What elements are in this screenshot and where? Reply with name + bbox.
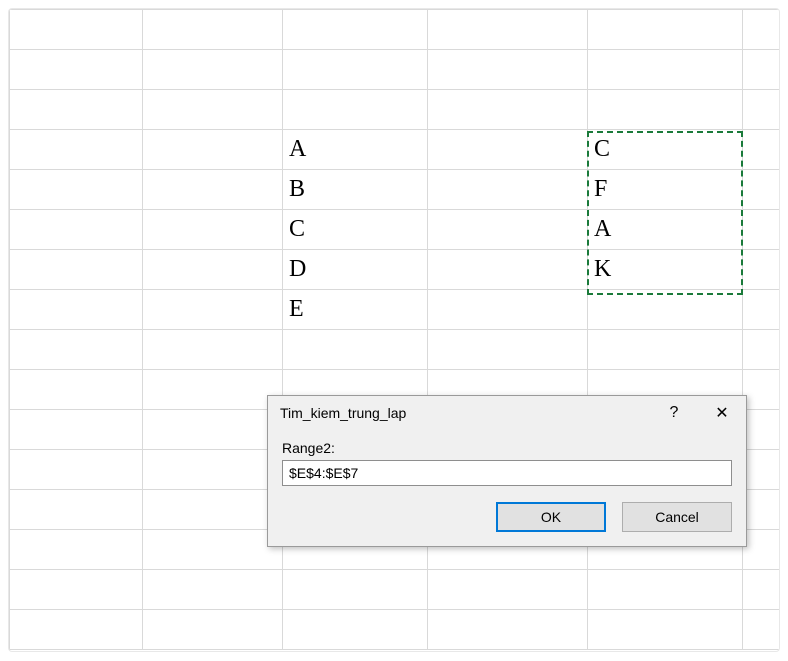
cell[interactable]: [143, 90, 283, 130]
cell[interactable]: [743, 610, 781, 650]
cell[interactable]: [743, 530, 781, 570]
cell[interactable]: [428, 90, 588, 130]
cell[interactable]: [10, 290, 143, 330]
cell[interactable]: [428, 50, 588, 90]
cell[interactable]: [143, 610, 283, 650]
dialog-titlebar[interactable]: Tim_kiem_trung_lap ? ✕: [268, 396, 746, 430]
cell[interactable]: [428, 10, 588, 50]
cell[interactable]: [588, 90, 743, 130]
cell[interactable]: [428, 250, 588, 290]
cell-E5[interactable]: F: [588, 170, 743, 210]
cell[interactable]: [283, 50, 428, 90]
spreadsheet-area[interactable]: A C B F C A: [8, 8, 780, 652]
cell[interactable]: [428, 170, 588, 210]
cell[interactable]: [143, 530, 283, 570]
cell[interactable]: [428, 570, 588, 610]
cell[interactable]: [10, 490, 143, 530]
cell[interactable]: [10, 330, 143, 370]
close-icon: ✕: [715, 403, 728, 423]
cell[interactable]: [743, 50, 781, 90]
cell[interactable]: [743, 130, 781, 170]
cell[interactable]: [143, 370, 283, 410]
range-input[interactable]: [282, 460, 732, 486]
cell[interactable]: [10, 450, 143, 490]
input-box-dialog: Tim_kiem_trung_lap ? ✕ Range2: OK Cancel: [267, 395, 747, 547]
cell[interactable]: [10, 610, 143, 650]
cell[interactable]: [10, 250, 143, 290]
cell[interactable]: [283, 330, 428, 370]
cell[interactable]: [10, 10, 143, 50]
cell[interactable]: [143, 250, 283, 290]
cell[interactable]: [10, 370, 143, 410]
cell[interactable]: [428, 130, 588, 170]
cell[interactable]: [743, 210, 781, 250]
cell[interactable]: [143, 490, 283, 530]
cell[interactable]: [743, 450, 781, 490]
cell[interactable]: [743, 90, 781, 130]
cell[interactable]: [428, 610, 588, 650]
cell[interactable]: [283, 570, 428, 610]
cell[interactable]: [10, 130, 143, 170]
cell[interactable]: [743, 290, 781, 330]
cell[interactable]: [10, 410, 143, 450]
cell[interactable]: [10, 570, 143, 610]
cell[interactable]: [588, 10, 743, 50]
cell-E6[interactable]: A: [588, 210, 743, 250]
cell[interactable]: [743, 490, 781, 530]
cell[interactable]: [143, 210, 283, 250]
cell[interactable]: [588, 610, 743, 650]
cell[interactable]: [588, 330, 743, 370]
cell-E4[interactable]: C: [588, 130, 743, 170]
cell[interactable]: [428, 210, 588, 250]
cell-C6[interactable]: C: [283, 210, 428, 250]
cell[interactable]: [743, 250, 781, 290]
cell[interactable]: [743, 10, 781, 50]
cell[interactable]: [143, 10, 283, 50]
cell-C8[interactable]: E: [283, 290, 428, 330]
dialog-title: Tim_kiem_trung_lap: [280, 405, 650, 421]
cell[interactable]: [743, 330, 781, 370]
cell[interactable]: [10, 90, 143, 130]
cell[interactable]: [428, 330, 588, 370]
cell[interactable]: [10, 210, 143, 250]
help-button[interactable]: ?: [650, 396, 698, 430]
help-icon: ?: [670, 404, 679, 422]
cell-C7[interactable]: D: [283, 250, 428, 290]
cell-C4[interactable]: A: [283, 130, 428, 170]
cell[interactable]: [143, 50, 283, 90]
cell[interactable]: [143, 450, 283, 490]
cell[interactable]: [283, 90, 428, 130]
ok-button[interactable]: OK: [496, 502, 606, 532]
cell[interactable]: [743, 370, 781, 410]
cell-grid[interactable]: A C B F C A: [9, 9, 780, 650]
cell[interactable]: [143, 570, 283, 610]
cell[interactable]: [283, 610, 428, 650]
cell[interactable]: [143, 330, 283, 370]
cell[interactable]: [10, 530, 143, 570]
cell[interactable]: [743, 170, 781, 210]
cell[interactable]: [428, 290, 588, 330]
cell[interactable]: [10, 170, 143, 210]
cancel-button[interactable]: Cancel: [622, 502, 732, 532]
cell[interactable]: [143, 170, 283, 210]
cell[interactable]: [143, 410, 283, 450]
cell-E7[interactable]: K: [588, 250, 743, 290]
cell[interactable]: [743, 570, 781, 610]
cell[interactable]: [283, 10, 428, 50]
cell[interactable]: [588, 570, 743, 610]
close-button[interactable]: ✕: [698, 396, 746, 430]
cell-C5[interactable]: B: [283, 170, 428, 210]
cell[interactable]: [588, 290, 743, 330]
cell[interactable]: [588, 50, 743, 90]
prompt-label: Range2:: [282, 440, 732, 456]
cell[interactable]: [143, 130, 283, 170]
cell[interactable]: [143, 290, 283, 330]
cell[interactable]: [10, 50, 143, 90]
cell[interactable]: [743, 410, 781, 450]
